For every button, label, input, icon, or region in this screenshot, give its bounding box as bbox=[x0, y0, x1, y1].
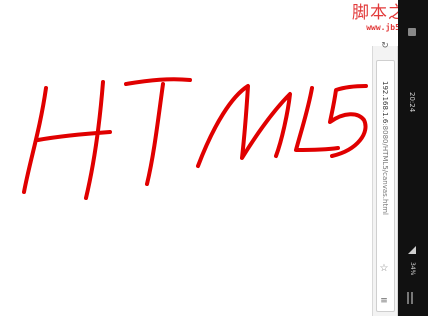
drawing-canvas[interactable] bbox=[0, 0, 370, 316]
status-time: 20:24 bbox=[408, 92, 416, 113]
address-bar: 192.168.1.6:8080/HTML5/canvas.html ↻ ☆ ≡ bbox=[372, 41, 398, 316]
url-field[interactable]: 192.168.1.6:8080/HTML5/canvas.html bbox=[376, 60, 395, 312]
signal-icon bbox=[408, 246, 416, 254]
url-path: :8080/HTML5/canvas.html bbox=[381, 123, 389, 215]
digit-5 bbox=[328, 84, 368, 158]
refresh-icon[interactable]: ↻ bbox=[380, 41, 390, 51]
letter-t-stem bbox=[145, 82, 165, 186]
url-text: 192.168.1.6:8080/HTML5/canvas.html bbox=[381, 81, 389, 215]
bookmark-icon[interactable]: ☆ bbox=[379, 264, 389, 274]
status-bar: 20:24 34% bbox=[398, 0, 428, 316]
menu-icon[interactable]: ≡ bbox=[379, 296, 389, 306]
rotated-browser-chrome: 192.168.1.6:8080/HTML5/canvas.html ↻ ☆ ≡… bbox=[370, 0, 428, 316]
battery-level: 34% bbox=[409, 262, 416, 276]
letter-t-top bbox=[124, 77, 192, 86]
notification-icon bbox=[408, 28, 416, 36]
letter-m bbox=[196, 84, 292, 168]
letter-h-right-stroke bbox=[84, 80, 105, 200]
screenshot: 脚本之家 www.jb51.net 192.168.1.6:8080/HTML5… bbox=[0, 0, 428, 316]
url-ip: 192.168.1.6 bbox=[381, 81, 389, 124]
drag-handle-icon[interactable] bbox=[407, 292, 417, 310]
handwriting-svg bbox=[22, 77, 368, 200]
